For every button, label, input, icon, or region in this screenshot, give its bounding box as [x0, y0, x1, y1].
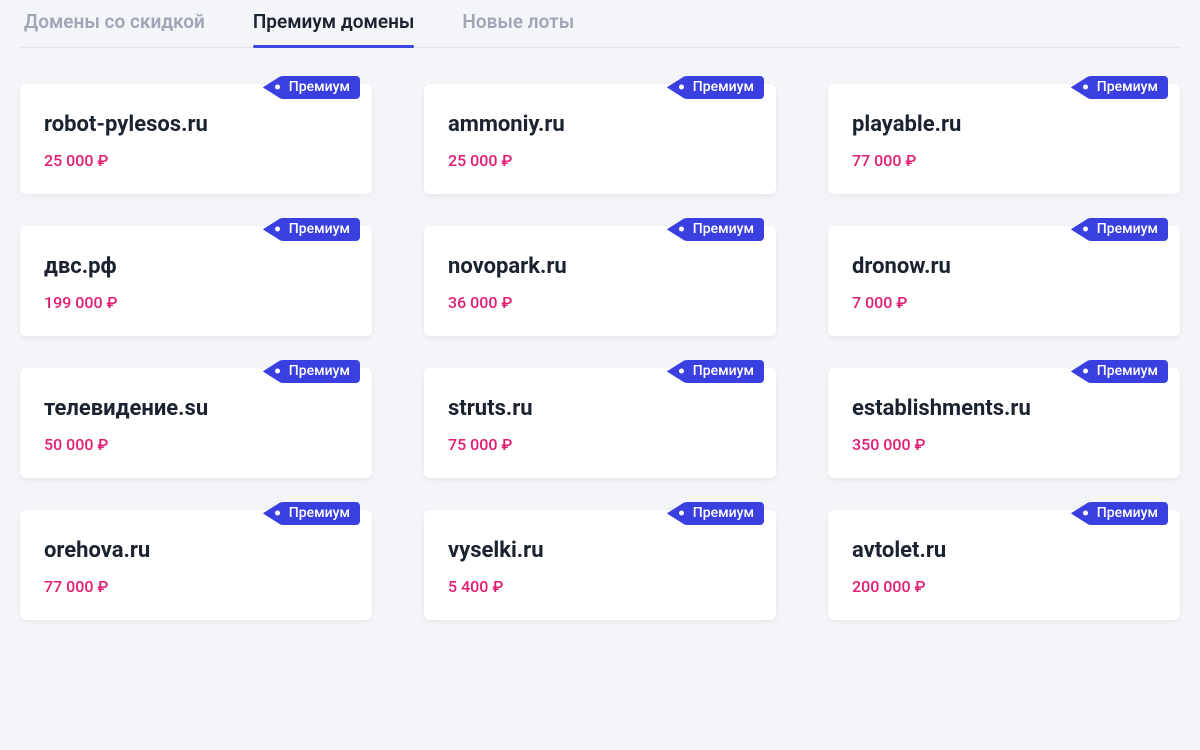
domain-price: 75 000 ₽ — [448, 435, 752, 454]
domain-card[interactable]: Премиум struts.ru 75 000 ₽ — [424, 368, 776, 478]
domain-card[interactable]: Премиум robot-pylesos.ru 25 000 ₽ — [20, 84, 372, 194]
domain-card[interactable]: Премиум dronow.ru 7 000 ₽ — [828, 226, 1180, 336]
badge-label: Премиум — [1097, 221, 1158, 238]
domain-price: 25 000 ₽ — [448, 151, 752, 170]
badge-label: Премиум — [1097, 505, 1158, 522]
domain-price: 7 000 ₽ — [852, 293, 1156, 312]
domain-price: 5 400 ₽ — [448, 577, 752, 596]
badge-label: Премиум — [1097, 79, 1158, 96]
domain-card[interactable]: Премиум ammoniy.ru 25 000 ₽ — [424, 84, 776, 194]
badge-label: Премиум — [289, 221, 350, 238]
premium-badge: Премиум — [279, 360, 360, 383]
badge-label: Премиум — [289, 79, 350, 96]
premium-badge: Премиум — [1087, 502, 1168, 525]
domain-price: 350 000 ₽ — [852, 435, 1156, 454]
domain-card[interactable]: Премиум playable.ru 77 000 ₽ — [828, 84, 1180, 194]
domain-name: robot-pylesos.ru — [44, 112, 348, 137]
tab-discount-domains[interactable]: Домены со скидкой — [24, 0, 205, 47]
premium-badge: Премиум — [683, 360, 764, 383]
badge-label: Премиум — [289, 363, 350, 380]
badge-label: Премиум — [693, 79, 754, 96]
domain-price: 77 000 ₽ — [852, 151, 1156, 170]
domain-name: novopark.ru — [448, 254, 752, 279]
premium-badge: Премиум — [683, 502, 764, 525]
domain-price: 77 000 ₽ — [44, 577, 348, 596]
domain-card[interactable]: Премиум двс.рф 199 000 ₽ — [20, 226, 372, 336]
domain-name: struts.ru — [448, 396, 752, 421]
domain-price: 36 000 ₽ — [448, 293, 752, 312]
domain-name: playable.ru — [852, 112, 1156, 137]
premium-badge: Премиум — [683, 218, 764, 241]
badge-label: Премиум — [693, 363, 754, 380]
domain-name: orehova.ru — [44, 538, 348, 563]
domain-name: dronow.ru — [852, 254, 1156, 279]
domain-card[interactable]: Премиум телевидение.su 50 000 ₽ — [20, 368, 372, 478]
category-tabs: Домены со скидкой Премиум домены Новые л… — [20, 0, 1180, 48]
badge-label: Премиум — [289, 505, 350, 522]
domain-name: телевидение.su — [44, 396, 348, 421]
domain-name: vyselki.ru — [448, 538, 752, 563]
badge-label: Премиум — [1097, 363, 1158, 380]
domain-card[interactable]: Премиум orehova.ru 77 000 ₽ — [20, 510, 372, 620]
domain-name: двс.рф — [44, 254, 348, 279]
domain-card[interactable]: Премиум novopark.ru 36 000 ₽ — [424, 226, 776, 336]
domain-card[interactable]: Премиум avtolet.ru 200 000 ₽ — [828, 510, 1180, 620]
badge-label: Премиум — [693, 505, 754, 522]
domain-price: 50 000 ₽ — [44, 435, 348, 454]
premium-badge: Премиум — [1087, 360, 1168, 383]
domain-card[interactable]: Премиум vyselki.ru 5 400 ₽ — [424, 510, 776, 620]
tab-new-lots[interactable]: Новые лоты — [462, 0, 574, 47]
domain-name: establishments.ru — [852, 396, 1156, 421]
premium-badge: Премиум — [279, 218, 360, 241]
domain-grid: Премиум robot-pylesos.ru 25 000 ₽ Премиу… — [20, 84, 1180, 620]
domain-card[interactable]: Премиум establishments.ru 350 000 ₽ — [828, 368, 1180, 478]
premium-badge: Премиум — [683, 76, 764, 99]
domain-price: 25 000 ₽ — [44, 151, 348, 170]
domain-price: 199 000 ₽ — [44, 293, 348, 312]
domain-price: 200 000 ₽ — [852, 577, 1156, 596]
badge-label: Премиум — [693, 221, 754, 238]
tab-premium-domains[interactable]: Премиум домены — [253, 0, 415, 47]
premium-badge: Премиум — [279, 502, 360, 525]
premium-badge: Премиум — [279, 76, 360, 99]
premium-badge: Премиум — [1087, 76, 1168, 99]
domain-name: ammoniy.ru — [448, 112, 752, 137]
premium-badge: Премиум — [1087, 218, 1168, 241]
domain-name: avtolet.ru — [852, 538, 1156, 563]
